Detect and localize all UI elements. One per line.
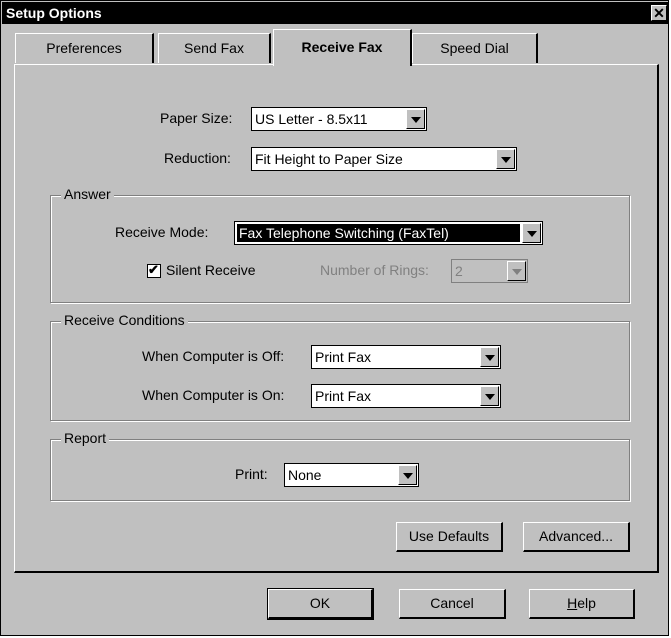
chevron-down-icon[interactable]: [480, 347, 499, 367]
print-report-dropdown[interactable]: None: [284, 463, 419, 487]
silent-receive-checkbox[interactable]: ✔: [147, 262, 161, 278]
reduction-label: Reduction:: [164, 150, 231, 166]
number-of-rings-value: 2: [455, 263, 463, 279]
tab-receive-fax[interactable]: Receive Fax: [273, 29, 412, 66]
help-label-rest: elp: [577, 595, 596, 611]
tab-send-fax[interactable]: Send Fax: [158, 33, 271, 63]
receive-conditions-group: Receive Conditions When Computer is Off:…: [50, 312, 630, 421]
chevron-down-icon[interactable]: [398, 465, 417, 485]
chevron-down-icon[interactable]: [480, 386, 499, 406]
setup-options-dialog: Setup Options ✕ Preferences Send Fax Rec…: [0, 0, 669, 636]
chevron-down-icon: [507, 261, 526, 281]
number-of-rings-dropdown: 2: [451, 259, 528, 283]
computer-off-dropdown[interactable]: Print Fax: [311, 345, 501, 369]
receive-mode-label: Receive Mode:: [115, 224, 209, 240]
answer-legend: Answer: [61, 186, 114, 202]
chevron-down-icon[interactable]: [406, 109, 425, 129]
paper-size-dropdown[interactable]: US Letter - 8.5x11: [251, 107, 427, 131]
print-report-value: None: [288, 467, 322, 483]
paper-size-label: Paper Size:: [160, 110, 233, 126]
checkmark-icon: ✔: [148, 262, 159, 277]
computer-on-label: When Computer is On:: [142, 387, 285, 403]
receive-mode-dropdown[interactable]: Fax Telephone Switching (FaxTel): [234, 221, 543, 245]
report-legend: Report: [61, 430, 110, 446]
print-label: Print:: [235, 466, 268, 482]
chevron-down-icon[interactable]: [522, 223, 541, 243]
paper-size-value: US Letter - 8.5x11: [255, 111, 368, 127]
number-of-rings-label: Number of Rings:: [320, 262, 429, 278]
report-group: Report Print: None: [50, 430, 630, 501]
window-title: Setup Options: [6, 5, 102, 21]
reduction-dropdown[interactable]: Fit Height to Paper Size: [251, 147, 517, 171]
advanced-button[interactable]: Advanced...: [523, 522, 630, 552]
silent-receive-label[interactable]: Silent Receive: [166, 262, 256, 278]
use-defaults-button[interactable]: Use Defaults: [396, 522, 503, 552]
chevron-down-icon[interactable]: [496, 149, 515, 169]
close-icon[interactable]: ✕: [651, 5, 667, 21]
ok-button[interactable]: OK: [267, 588, 374, 620]
answer-group: Answer Receive Mode: Fax Telephone Switc…: [50, 186, 630, 303]
title-bar[interactable]: Setup Options ✕: [2, 2, 669, 24]
computer-on-dropdown[interactable]: Print Fax: [311, 384, 501, 408]
computer-off-value: Print Fax: [315, 349, 372, 365]
tab-preferences[interactable]: Preferences: [15, 33, 154, 63]
tab-speed-dial[interactable]: Speed Dial: [412, 33, 538, 63]
receive-mode-value: Fax Telephone Switching (FaxTel): [237, 224, 520, 242]
computer-on-value: Print Fax: [315, 388, 372, 404]
cancel-button[interactable]: Cancel: [399, 589, 506, 619]
receive-conditions-legend: Receive Conditions: [61, 312, 188, 328]
help-mnemonic: H: [567, 595, 578, 611]
computer-off-label: When Computer is Off:: [142, 348, 285, 364]
help-button[interactable]: Help: [529, 589, 635, 619]
reduction-value: Fit Height to Paper Size: [255, 151, 403, 167]
receive-fax-panel: Paper Size: US Letter - 8.5x11 Reduction…: [14, 64, 659, 573]
